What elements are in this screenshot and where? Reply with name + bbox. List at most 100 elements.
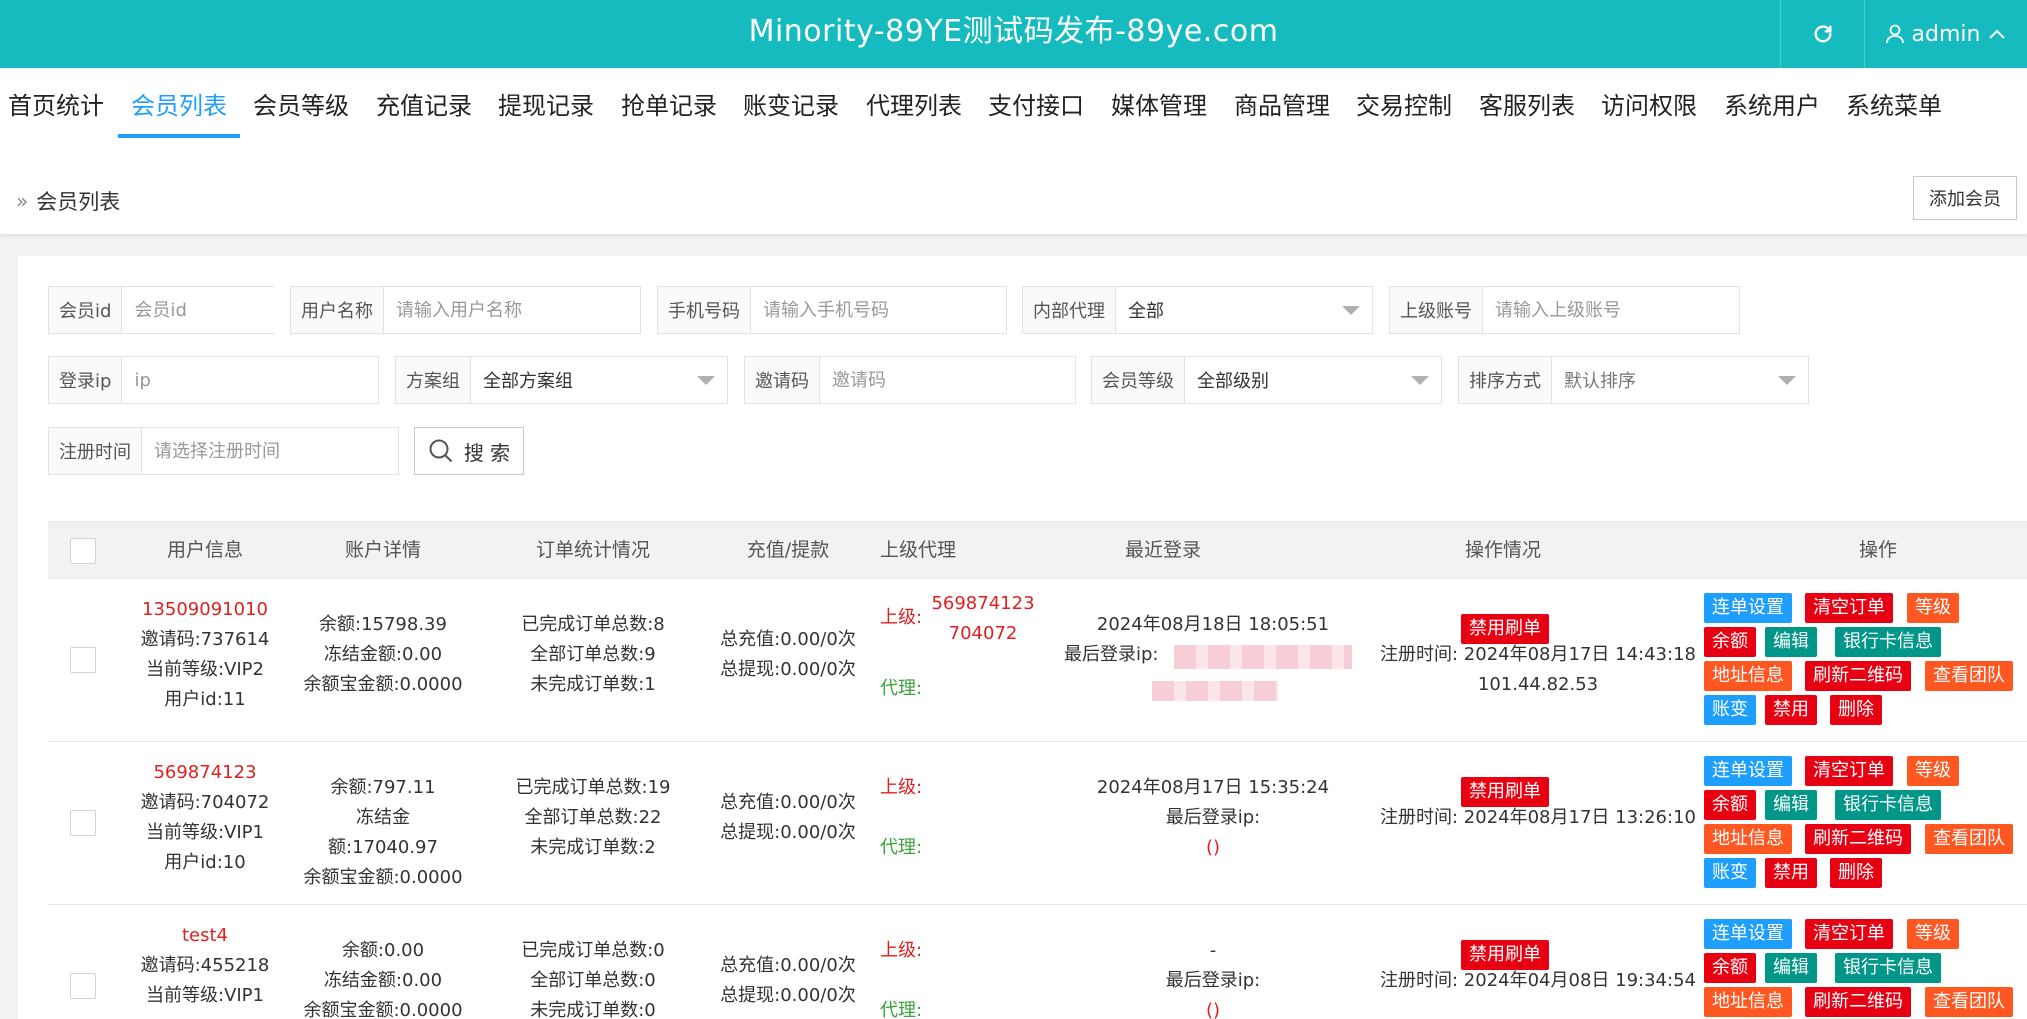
order-setting-button[interactable]: 连单设置	[1704, 756, 1792, 786]
nav-item-withdraw-records[interactable]: 提现记录	[498, 68, 594, 144]
nav-item-account-change[interactable]: 账变记录	[743, 68, 839, 144]
search-icon	[429, 439, 453, 463]
edit-button[interactable]: 编辑	[1765, 953, 1817, 983]
address-info-button[interactable]: 地址信息	[1704, 824, 1792, 854]
user-menu[interactable]: admin	[1864, 0, 2027, 68]
bank-info-button[interactable]: 银行卡信息	[1835, 953, 1941, 983]
row-checkbox[interactable]	[70, 647, 96, 673]
member-id-label: 会员id	[49, 287, 123, 333]
row-checkbox[interactable]	[70, 973, 96, 999]
edit-button[interactable]: 编辑	[1765, 627, 1817, 657]
current-level: 当前等级:VIP1	[146, 985, 264, 1006]
nav-item-member-list[interactable]: 会员列表	[131, 68, 227, 144]
nav-item-media[interactable]: 媒体管理	[1111, 68, 1207, 144]
row-checkbox[interactable]	[70, 810, 96, 836]
parent-value[interactable]: 569874123 704072	[928, 589, 1038, 649]
member-level-label: 会员等级	[1092, 357, 1185, 403]
ban-button[interactable]: 禁用	[1765, 695, 1817, 725]
pending-orders: 未完成订单数:2	[530, 837, 656, 858]
level-button[interactable]: 等级	[1907, 919, 1959, 949]
nav-item-trade-control[interactable]: 交易控制	[1356, 68, 1452, 144]
nav-item-system-menu[interactable]: 系统菜单	[1846, 68, 1942, 144]
phone-input[interactable]	[751, 287, 1006, 333]
refresh-qr-button[interactable]: 刷新二维码	[1805, 661, 1911, 691]
bank-info-button[interactable]: 银行卡信息	[1835, 627, 1941, 657]
delete-button[interactable]: 删除	[1830, 695, 1882, 725]
member-level-field: 会员等级 全部级别	[1091, 356, 1442, 404]
internal-agent-field: 内部代理 全部	[1022, 286, 1373, 334]
view-team-button[interactable]: 查看团队	[1925, 824, 2013, 854]
pending-orders: 未完成订单数:0	[530, 1000, 656, 1019]
nav-item-payment[interactable]: 支付接口	[988, 68, 1084, 144]
balance-button[interactable]: 余额	[1704, 953, 1756, 983]
level-button[interactable]: 等级	[1907, 593, 1959, 623]
last-login-ip-label: 最后登录ip:	[1064, 644, 1159, 665]
member-level-select[interactable]: 全部级别	[1185, 357, 1441, 403]
frozen-amount: 冻结金额:0.00	[323, 644, 443, 665]
breadcrumb: » 会员列表	[16, 186, 120, 216]
redacted-ip	[1174, 645, 1352, 669]
total-recharge: 总充值:0.00/0次	[720, 629, 856, 650]
account-change-button[interactable]: 账变	[1704, 858, 1756, 888]
username-input[interactable]	[384, 287, 640, 333]
nav-item-access[interactable]: 访问权限	[1601, 68, 1697, 144]
nav-item-products[interactable]: 商品管理	[1234, 68, 1330, 144]
main-nav: 首页统计 会员列表 会员等级 充值记录 提现记录 抢单记录 账变记录 代理列表 …	[0, 68, 2027, 144]
nav-item-recharge-records[interactable]: 充值记录	[376, 68, 472, 144]
parent-label: 上级:	[880, 940, 923, 961]
plan-group-select[interactable]: 全部方案组	[471, 357, 727, 403]
bank-info-button[interactable]: 银行卡信息	[1835, 790, 1941, 820]
last-login-time: -	[1209, 940, 1217, 961]
refresh-qr-button[interactable]: 刷新二维码	[1805, 987, 1911, 1017]
level-button[interactable]: 等级	[1907, 756, 1959, 786]
table-header: 用户信息 账户详情 订单统计情况 充值/提款 上级代理 最近登录 操作情况 操作	[48, 521, 2027, 579]
total-orders: 全部订单总数:0	[530, 970, 656, 991]
search-button[interactable]: 搜 索	[414, 427, 524, 475]
account-change-button[interactable]: 账变	[1704, 695, 1756, 725]
sort-select[interactable]: 默认排序	[1552, 357, 1808, 403]
clear-orders-button[interactable]: 清空订单	[1805, 756, 1893, 786]
edit-button[interactable]: 编辑	[1765, 790, 1817, 820]
clear-orders-button[interactable]: 清空订单	[1805, 593, 1893, 623]
nav-item-home-stats[interactable]: 首页统计	[8, 68, 104, 144]
view-team-button[interactable]: 查看团队	[1925, 661, 2013, 691]
add-member-button[interactable]: 添加会员	[1913, 176, 2017, 220]
agent-label: 代理:	[880, 1000, 923, 1019]
balance-button[interactable]: 余额	[1704, 627, 1756, 657]
parent-account-input[interactable]	[1483, 287, 1739, 333]
caret-down-icon	[1342, 305, 1360, 315]
login-ip-input[interactable]	[122, 357, 378, 403]
nav-item-agent-list[interactable]: 代理列表	[866, 68, 962, 144]
th-account-detail: 账户详情	[344, 539, 421, 561]
register-time-input[interactable]	[142, 428, 398, 474]
address-info-button[interactable]: 地址信息	[1704, 987, 1792, 1017]
th-order-stats: 订单统计情况	[535, 539, 650, 561]
internal-agent-select[interactable]: 全部	[1116, 287, 1372, 333]
order-setting-button[interactable]: 连单设置	[1704, 593, 1792, 623]
refresh-button[interactable]	[1780, 0, 1864, 68]
clear-orders-button[interactable]: 清空订单	[1805, 919, 1893, 949]
register-time: 注册时间: 2024年08月17日 14:43:18	[1380, 644, 1696, 665]
invite-code-input[interactable]	[820, 357, 1075, 403]
user-name[interactable]: test4	[140, 921, 270, 951]
balance: 余额:0.00	[341, 940, 425, 961]
table-row: 13509091010 邀请码:737614 当前等级:VIP2 用户id:11…	[48, 579, 2027, 742]
refresh-qr-button[interactable]: 刷新二维码	[1805, 824, 1911, 854]
order-setting-button[interactable]: 连单设置	[1704, 919, 1792, 949]
nav-item-system-users[interactable]: 系统用户	[1724, 68, 1820, 144]
user-name[interactable]: 569874123	[140, 758, 270, 788]
parent-account-label: 上级账号	[1390, 287, 1483, 333]
nav-item-customer-service[interactable]: 客服列表	[1479, 68, 1575, 144]
select-all-checkbox[interactable]	[70, 538, 96, 564]
address-info-button[interactable]: 地址信息	[1704, 661, 1792, 691]
delete-button[interactable]: 删除	[1830, 858, 1882, 888]
user-name[interactable]: 13509091010	[140, 595, 270, 625]
ban-button[interactable]: 禁用	[1765, 858, 1817, 888]
view-team-button[interactable]: 查看团队	[1925, 987, 2013, 1017]
nav-item-member-level[interactable]: 会员等级	[253, 68, 349, 144]
username-label: 用户名称	[291, 287, 384, 333]
balance-button[interactable]: 余额	[1704, 790, 1756, 820]
frozen-amount: 冻结金额:17040.97	[328, 807, 438, 858]
nav-item-grab-records[interactable]: 抢单记录	[621, 68, 717, 144]
yeb-amount: 余额宝金额:0.0000	[303, 1000, 463, 1019]
